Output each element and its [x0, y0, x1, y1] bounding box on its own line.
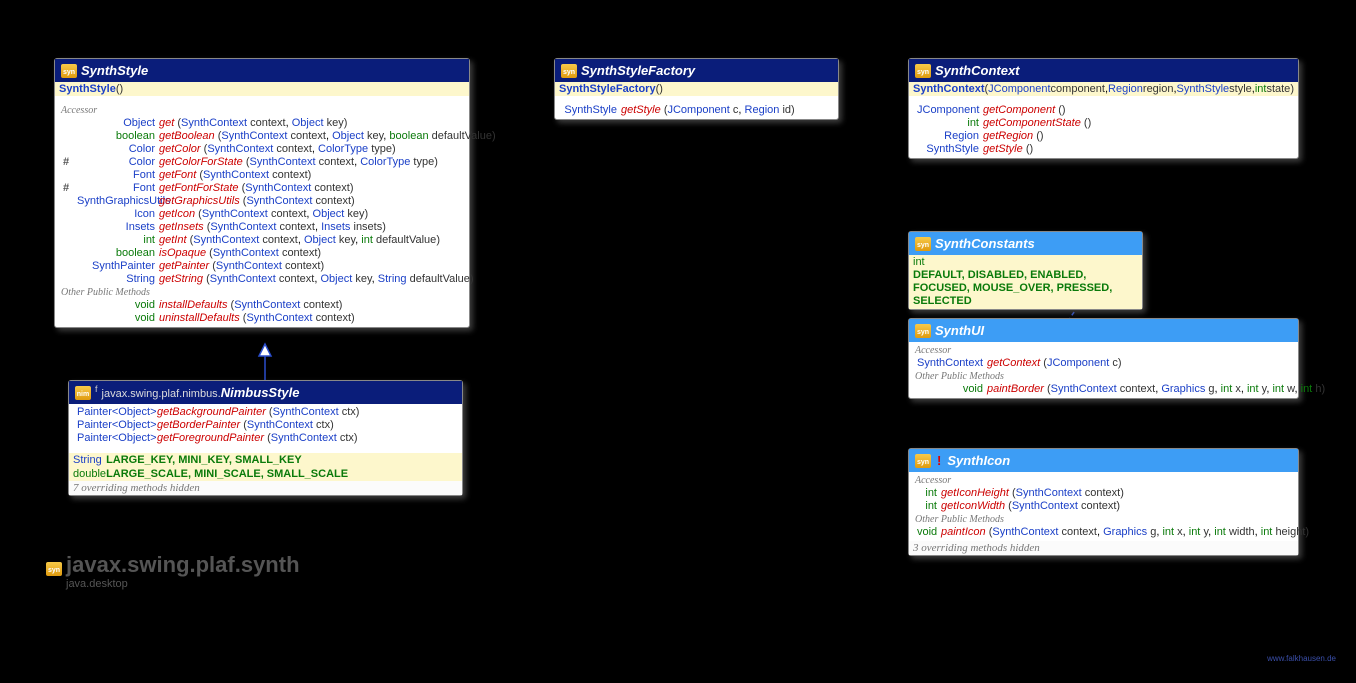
warning-icon: !: [937, 453, 941, 468]
section-other: Other Public Methods: [913, 370, 1294, 383]
package-icon: [75, 386, 91, 400]
hidden-methods-note: 3 overriding methods hidden: [909, 541, 1298, 555]
class-box-synthui: SynthUI Accessor SynthContextgetContext …: [908, 318, 1299, 399]
hidden-methods-note: 7 overriding methods hidden: [69, 481, 462, 495]
method-row: intgetComponentState (): [913, 117, 1294, 130]
method-row: booleanisOpaque (SynthContext context): [59, 247, 465, 260]
constructor-row: SynthStyle(): [55, 82, 469, 96]
credit[interactable]: www.falkhausen.de: [1267, 654, 1336, 663]
constructor-row: SynthStyleFactory(): [555, 82, 838, 96]
class-box-nimbusstyle: f javax.swing.plaf.nimbus.NimbusStyle Pa…: [68, 380, 463, 496]
method-row: intgetIconHeight (SynthContext context): [913, 487, 1294, 500]
method-row: Painter<Object>getForegroundPainter (Syn…: [73, 432, 458, 445]
method-row: voidpaintIcon (SynthContext context, Gra…: [913, 526, 1294, 539]
method-row: Painter<Object>getBackgroundPainter (Syn…: [73, 406, 458, 419]
section-other: Other Public Methods: [59, 286, 465, 299]
final-mark: f: [95, 384, 98, 394]
package-icon: [915, 64, 931, 78]
method-row: StringgetString (SynthContext context, O…: [59, 273, 465, 286]
module-name: java.desktop: [66, 578, 300, 590]
package-icon: [915, 324, 931, 338]
method-row: Painter<Object>getBorderPainter (SynthCo…: [73, 419, 458, 432]
class-header: f javax.swing.plaf.nimbus.NimbusStyle: [69, 381, 462, 404]
class-header: SynthContext: [909, 59, 1298, 82]
method-row: FontgetFont (SynthContext context): [59, 169, 465, 182]
method-row: Objectget (SynthContext context, Object …: [59, 117, 465, 130]
package-icon: [46, 562, 62, 576]
class-name: SynthContext: [935, 63, 1020, 78]
class-name: SynthUI: [935, 323, 984, 338]
class-box-synthconstants: SynthConstants int DEFAULT, DISABLED, EN…: [908, 231, 1143, 310]
package-icon: [61, 64, 77, 78]
method-row: #ColorgetColorForState (SynthContext con…: [59, 156, 465, 169]
class-header: SynthConstants: [909, 232, 1142, 255]
method-row: JComponentgetComponent (): [913, 104, 1294, 117]
section-accessor: Accessor: [913, 344, 1294, 357]
method-row: #FontgetFontForState (SynthContext conte…: [59, 182, 465, 195]
class-box-synthcontext: SynthContext SynthContext (JComponent co…: [908, 58, 1299, 159]
method-row: SynthPaintergetPainter (SynthContext con…: [59, 260, 465, 273]
section-accessor: Accessor: [913, 474, 1294, 487]
class-header: SynthStyleFactory: [555, 59, 838, 82]
package-icon: [561, 64, 577, 78]
method-row: ColorgetColor (SynthContext context, Col…: [59, 143, 465, 156]
section-accessor: Accessor: [59, 104, 465, 117]
method-row: intgetIconWidth (SynthContext context): [913, 500, 1294, 513]
method-row: intgetInt (SynthContext context, Object …: [59, 234, 465, 247]
package-icon: [915, 237, 931, 251]
package-title: javax.swing.plaf.synth java.desktop: [46, 552, 300, 590]
section-other: Other Public Methods: [913, 513, 1294, 526]
method-row: InsetsgetInsets (SynthContext context, I…: [59, 221, 465, 234]
class-name: SynthConstants: [935, 236, 1035, 251]
class-header: SynthStyle: [55, 59, 469, 82]
class-name: SynthIcon: [947, 453, 1010, 468]
method-row: IcongetIcon (SynthContext context, Objec…: [59, 208, 465, 221]
method-row: voiduninstallDefaults (SynthContext cont…: [59, 312, 465, 325]
method-row: SynthGraphicsUtilsgetGraphicsUtils (Synt…: [59, 195, 465, 208]
class-header: SynthUI: [909, 319, 1298, 342]
package-icon: [915, 454, 931, 468]
method-row: SynthStylegetStyle (JComponent c, Region…: [559, 104, 834, 117]
method-row: SynthContextgetContext (JComponent c): [913, 357, 1294, 370]
constants-row: double LARGE_SCALE, MINI_SCALE, SMALL_SC…: [69, 467, 462, 481]
constants-row: String LARGE_KEY, MINI_KEY, SMALL_KEY: [69, 453, 462, 467]
method-row: voidpaintBorder (SynthContext context, G…: [913, 383, 1294, 396]
method-row: RegiongetRegion (): [913, 130, 1294, 143]
class-name: SynthStyle: [81, 63, 148, 78]
class-box-synthicon: ! SynthIcon Accessor intgetIconHeight (S…: [908, 448, 1299, 556]
method-row: voidinstallDefaults (SynthContext contex…: [59, 299, 465, 312]
constructor-row: SynthContext (JComponent component, Regi…: [909, 82, 1298, 96]
class-header: ! SynthIcon: [909, 449, 1298, 472]
class-name: SynthStyleFactory: [581, 63, 695, 78]
method-row: booleangetBoolean (SynthContext context,…: [59, 130, 465, 143]
constants-row: int DEFAULT, DISABLED, ENABLED, FOCUSED,…: [909, 255, 1142, 309]
method-row: SynthStylegetStyle (): [913, 143, 1294, 156]
class-box-synthstyle: SynthStyle SynthStyle() Accessor Objectg…: [54, 58, 470, 328]
class-box-synthstylefactory: SynthStyleFactory SynthStyleFactory() Sy…: [554, 58, 839, 120]
class-name: NimbusStyle: [221, 385, 300, 400]
